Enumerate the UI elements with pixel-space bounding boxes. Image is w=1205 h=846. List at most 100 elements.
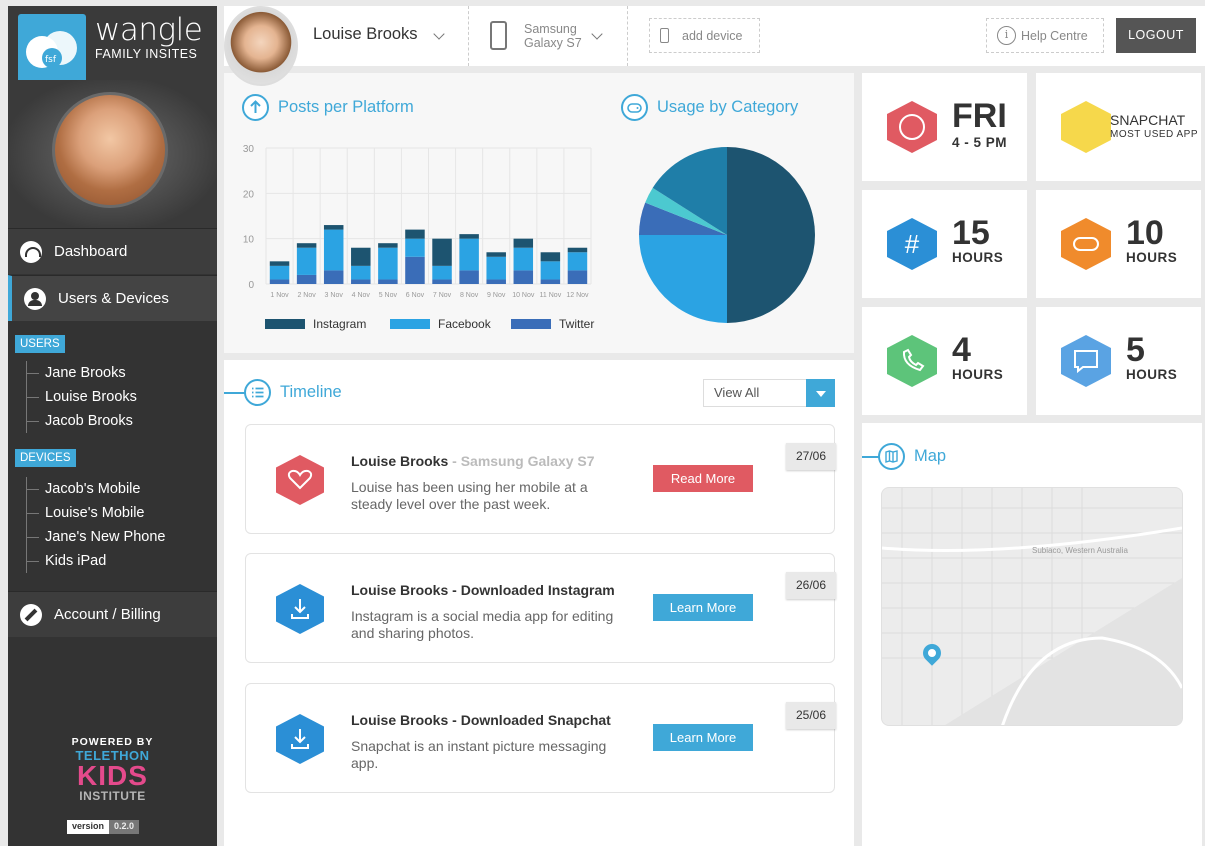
phone-icon (660, 28, 669, 43)
users-section-tag: USERS (15, 335, 65, 353)
arrow-up-icon (242, 94, 269, 121)
bar-twitter[interactable] (567, 270, 588, 284)
add-device-button[interactable]: add device (649, 18, 760, 53)
bar-facebook[interactable] (378, 247, 398, 280)
bar-instagram[interactable] (567, 247, 588, 253)
learn-more-button[interactable]: Learn More (653, 724, 753, 751)
bar-facebook[interactable] (459, 238, 479, 271)
bar-instagram[interactable] (486, 252, 506, 257)
bar-facebook[interactable] (405, 238, 425, 257)
user-item-jane[interactable]: Jane Brooks (27, 361, 206, 385)
bar-facebook[interactable] (486, 256, 506, 280)
legend-label: Instagram (313, 317, 367, 331)
bar-twitter[interactable] (432, 279, 452, 284)
bar-instagram[interactable] (405, 229, 425, 239)
device-item-kids-ipad[interactable]: Kids iPad (27, 549, 206, 573)
help-centre-button[interactable]: i Help Centre (986, 18, 1104, 53)
timeline-item-sep: - (448, 582, 461, 598)
child-avatar[interactable] (224, 6, 298, 86)
nav-dashboard[interactable]: Dashboard (8, 228, 217, 274)
bar-instagram[interactable] (459, 234, 479, 239)
pie-slice[interactable] (727, 147, 815, 323)
bar-facebook[interactable] (432, 265, 452, 280)
gamepad-icon (1061, 218, 1111, 270)
snapchat-icon (1061, 101, 1111, 153)
read-more-button[interactable]: Read More (653, 465, 753, 492)
bar-instagram[interactable] (323, 225, 344, 230)
device-item-louises-mobile[interactable]: Louise's Mobile (27, 501, 206, 525)
bar-facebook[interactable] (540, 261, 561, 280)
download-icon (276, 714, 324, 764)
bar-facebook[interactable] (567, 252, 588, 271)
learn-more-button[interactable]: Learn More (653, 594, 753, 621)
map-label: Map (914, 447, 947, 465)
nav-users-devices[interactable]: Users & Devices (8, 275, 217, 321)
legend-facebook: Facebook (390, 317, 491, 331)
stat-big: SNAPCHAT (1110, 112, 1186, 128)
bar-facebook[interactable] (269, 265, 290, 280)
nav-account-billing[interactable]: Account / Billing (8, 591, 217, 637)
bar-facebook[interactable] (513, 247, 534, 271)
timeline-title: Timeline (244, 379, 342, 406)
x-tick-label: 2 Nov (297, 292, 316, 299)
x-tick-label: 7 Nov (433, 292, 452, 299)
bar-twitter[interactable] (296, 274, 317, 284)
info-icon: i (997, 26, 1016, 45)
bar-twitter[interactable] (459, 270, 479, 284)
kids-label: KIDS (77, 760, 148, 791)
stat-small: HOURS (1126, 367, 1178, 382)
bar-facebook[interactable] (296, 247, 317, 275)
bar-twitter[interactable] (513, 270, 534, 284)
user-selector[interactable]: Louise Brooks (313, 25, 418, 44)
timeline-item-user: Louise Brooks (351, 453, 449, 469)
avatar[interactable] (52, 92, 168, 208)
chevron-down-icon[interactable] (433, 28, 445, 40)
stat-card-peak-time: FRI 4 - 5 PM (862, 73, 1027, 181)
x-tick-label: 3 Nov (325, 292, 344, 299)
bar-twitter[interactable] (540, 279, 561, 284)
bar-twitter[interactable] (351, 279, 371, 284)
user-item-jacob[interactable]: Jacob Brooks (27, 409, 206, 433)
bar-instagram[interactable] (378, 243, 398, 248)
bar-twitter[interactable] (269, 279, 290, 284)
bar-instagram[interactable] (540, 252, 561, 262)
bar-twitter[interactable] (405, 256, 425, 284)
x-tick-label: 5 Nov (379, 292, 398, 299)
logout-button[interactable]: LOGOUT (1116, 18, 1196, 53)
bar-instagram[interactable] (296, 243, 317, 248)
pie-slice[interactable] (639, 235, 727, 323)
stat-card-chat-hours: 5 HOURS (1036, 307, 1201, 415)
bar-twitter[interactable] (486, 279, 506, 284)
location-map[interactable]: Subiaco, Western Australia (881, 487, 1183, 726)
phone-icon (490, 21, 507, 50)
timeline-filter-select[interactable]: View All (703, 379, 835, 407)
chevron-down-icon[interactable] (806, 379, 835, 407)
bar-instagram[interactable] (351, 247, 371, 266)
stat-card-most-used-app: SNAPCHAT MOST USED APP (1036, 73, 1201, 181)
timeline-item-date: 27/06 (786, 443, 836, 470)
bar-twitter[interactable] (323, 270, 344, 284)
bar-instagram[interactable] (432, 238, 452, 266)
device-item-jacobs-mobile[interactable]: Jacob's Mobile (27, 477, 206, 501)
x-tick-label: 6 Nov (406, 292, 425, 299)
stat-big: 10 (1126, 214, 1164, 252)
chevron-down-icon[interactable] (591, 28, 603, 40)
posts-per-platform-title: Posts per Platform (242, 94, 414, 121)
brand-title: wangle (95, 12, 203, 48)
user-item-louise[interactable]: Louise Brooks (27, 385, 206, 409)
stat-big: 5 (1126, 331, 1145, 369)
usage-by-category-label: Usage by Category (657, 98, 799, 116)
wangle-logo-icon[interactable]: fsf (18, 14, 86, 86)
bar-facebook[interactable] (351, 265, 371, 280)
x-tick-label: 11 Nov (540, 292, 562, 299)
bar-facebook[interactable] (323, 229, 344, 271)
timeline-item: Louise Brooks - Samsung Galaxy S7 Louise… (245, 424, 836, 534)
posts-per-platform-label: Posts per Platform (278, 98, 414, 116)
bar-instagram[interactable] (269, 261, 290, 266)
bar-instagram[interactable] (513, 238, 534, 248)
bar-twitter[interactable] (378, 279, 398, 284)
stat-small: 4 - 5 PM (952, 135, 1008, 150)
legend-instagram: Instagram (265, 317, 366, 331)
device-item-janes-new-phone[interactable]: Jane's New Phone (27, 525, 206, 549)
device-selector[interactable]: Samsung Galaxy S7 (524, 22, 582, 50)
